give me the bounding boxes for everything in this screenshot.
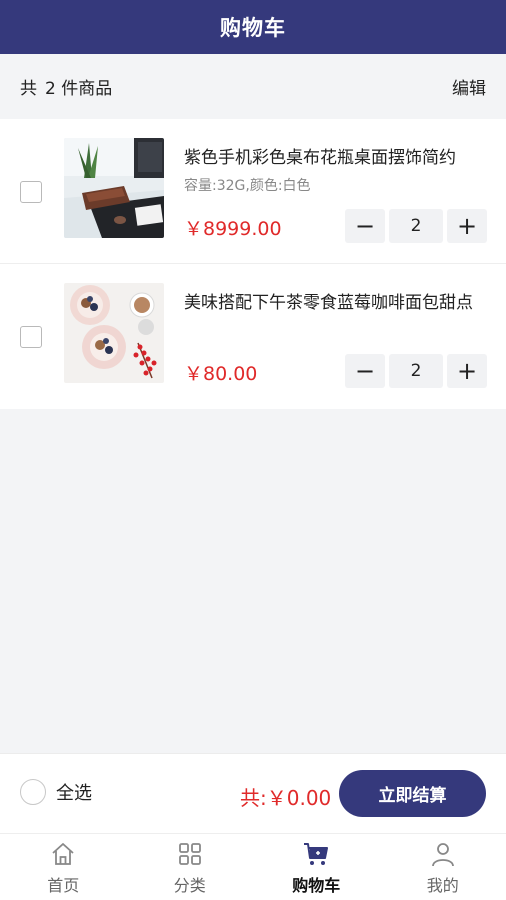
- home-icon: [52, 843, 74, 865]
- product-thumbnail[interactable]: [64, 138, 164, 238]
- select-all-label: 全选: [56, 783, 92, 804]
- cart-item: 美味搭配下午茶零食蓝莓咖啡面包甜点 ￥80.00 − 2 +: [0, 264, 506, 409]
- page-title: 购物车: [220, 16, 286, 40]
- quantity-stepper: − 2 +: [345, 209, 487, 243]
- increase-quantity-button[interactable]: +: [447, 209, 487, 243]
- cart-page: 购物车 共 2 件商品 编辑 紫色手机彩色桌布花瓶桌面摆饰简约 容量:32G,颜…: [0, 0, 506, 900]
- item-checkbox[interactable]: [20, 181, 42, 203]
- category-grid-icon: [178, 843, 201, 865]
- quantity-value[interactable]: 2: [389, 209, 443, 243]
- product-price: ￥8999.00: [184, 218, 282, 240]
- product-spec: 容量:32G,颜色:白色: [184, 178, 311, 194]
- item-count-prefix: 共: [20, 79, 37, 99]
- tab-label: 我的: [426, 876, 459, 895]
- cart-icon: [304, 843, 329, 865]
- afternoon-tea-photo: [64, 283, 164, 383]
- tab-category[interactable]: 分类: [127, 834, 254, 900]
- edit-button[interactable]: 编辑: [452, 74, 486, 99]
- tab-label: 分类: [173, 876, 206, 895]
- quantity-stepper: − 2 +: [345, 354, 487, 388]
- cart-item: 紫色手机彩色桌布花瓶桌面摆饰简约 容量:32G,颜色:白色 ￥8999.00 −…: [0, 119, 506, 264]
- app-header: 购物车: [0, 0, 506, 54]
- tab-home[interactable]: 首页: [0, 834, 127, 900]
- cart-item-list: 紫色手机彩色桌布花瓶桌面摆饰简约 容量:32G,颜色:白色 ￥8999.00 −…: [0, 119, 506, 409]
- quantity-value[interactable]: 2: [389, 354, 443, 388]
- tab-cart[interactable]: 购物车: [253, 834, 380, 900]
- item-count-text: 2 件商品: [45, 79, 113, 99]
- decrease-quantity-button[interactable]: −: [345, 209, 385, 243]
- tab-label: 购物车: [292, 876, 341, 895]
- checkout-button[interactable]: 立即结算: [339, 770, 486, 817]
- select-all-toggle[interactable]: 全选: [20, 779, 92, 805]
- user-icon: [431, 843, 454, 867]
- total-price: 共:￥0.00: [240, 786, 332, 810]
- desk-workspace-photo: [64, 138, 164, 238]
- product-name[interactable]: 美味搭配下午茶零食蓝莓咖啡面包甜点: [184, 288, 484, 313]
- tab-mine[interactable]: 我的: [380, 834, 506, 900]
- increase-quantity-button[interactable]: +: [447, 354, 487, 388]
- cart-summary-bar: 共 2 件商品 编辑: [0, 54, 506, 119]
- product-name[interactable]: 紫色手机彩色桌布花瓶桌面摆饰简约: [184, 143, 484, 168]
- checkout-bar: 全选 共:￥0.00 立即结算: [0, 753, 506, 833]
- select-all-radio[interactable]: [20, 779, 46, 805]
- tab-label: 首页: [47, 876, 80, 895]
- product-thumbnail[interactable]: [64, 283, 164, 383]
- item-checkbox[interactable]: [20, 326, 42, 348]
- product-price: ￥80.00: [184, 363, 258, 385]
- item-count: 共 2 件商品: [20, 74, 112, 99]
- bottom-tab-bar: 首页 分类 购物车 我的: [0, 833, 506, 900]
- decrease-quantity-button[interactable]: −: [345, 354, 385, 388]
